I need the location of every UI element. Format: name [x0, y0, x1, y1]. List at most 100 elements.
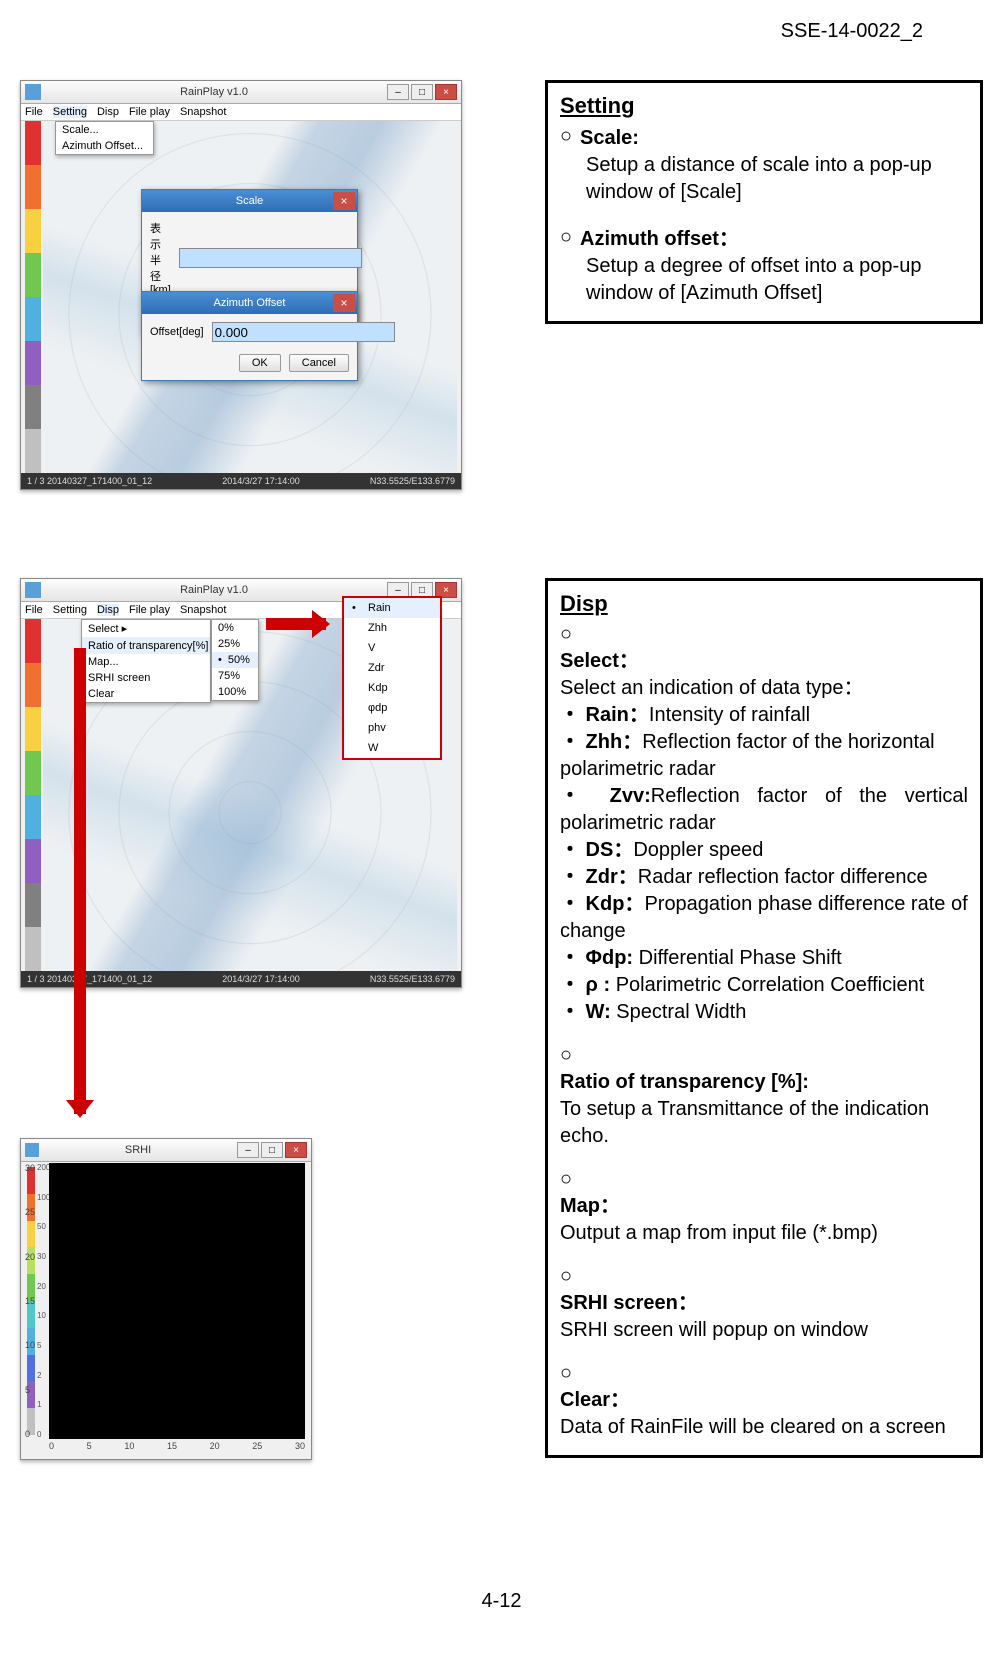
- list-item: ・ Rain：Intensity of rainfall: [560, 702, 968, 729]
- dialog-title: Scale: [236, 195, 264, 207]
- arrow-to-srhi-window: [74, 648, 86, 1114]
- minimize-button[interactable]: –: [387, 84, 409, 100]
- status-right: N33.5525/E133.6779: [370, 974, 455, 984]
- menu-file[interactable]: File: [25, 604, 43, 616]
- menu-disp[interactable]: Disp: [97, 106, 119, 118]
- field-label: Offset[deg]: [150, 326, 204, 338]
- ratio-text: To setup a Transmittance of the indicati…: [560, 1096, 968, 1150]
- disp-dropdown: Select ▸Ratio of transparency[%] ▸Map...…: [81, 619, 211, 703]
- status-right: N33.5525/E133.6779: [370, 476, 455, 486]
- figure-setting-window: RainPlay v1.0 – □ × File Setting Disp File …: [20, 80, 460, 488]
- scale-text: Setup a distance of scale into a pop-up …: [560, 152, 968, 206]
- status-left: 1 / 3 20140327_171400_01_12: [27, 974, 152, 984]
- close-button[interactable]: ×: [285, 1142, 307, 1158]
- menu-item[interactable]: V: [344, 638, 440, 658]
- menu-snapshot[interactable]: Snapshot: [180, 604, 226, 616]
- menu-disp[interactable]: Disp: [97, 604, 119, 616]
- select-text: Select an indication of data type：: [560, 675, 968, 702]
- menu-item[interactable]: Zhh: [344, 618, 440, 638]
- titlebar: RainPlay v1.0 – □ ×: [21, 81, 461, 104]
- box-title: Disp: [560, 589, 968, 619]
- app-icon: [25, 84, 41, 100]
- close-button[interactable]: ×: [435, 84, 457, 100]
- azimuth-text: Setup a degree of offset into a pop-up w…: [560, 253, 968, 307]
- azimuth-dialog: Azimuth Offset × Offset[deg] OK Cancel: [141, 291, 358, 381]
- doc-id: SSE-14-0022_2: [781, 20, 923, 43]
- menu-item[interactable]: Clear: [82, 686, 210, 702]
- map-text: Output a map from input file (*.bmp): [560, 1220, 968, 1247]
- srhi-label: SRHI screen：: [560, 1292, 698, 1314]
- menu-item[interactable]: 50%: [212, 652, 258, 668]
- page-number: 4-12: [0, 1590, 1003, 1613]
- menu-item[interactable]: Ratio of transparency[%] ▸: [82, 637, 210, 654]
- map-label: Map：: [560, 1195, 620, 1217]
- status-mid: 2014/3/27 17:14:00: [222, 974, 300, 984]
- figure-srhi-window: SRHI – □ × 200100503020105210 0510152025…: [20, 1138, 310, 1458]
- close-icon[interactable]: ×: [333, 192, 355, 210]
- figure-disp-window: RainPlay v1.0 – □ × FileSettingDispFile …: [20, 578, 460, 986]
- menu-item[interactable]: phv: [344, 718, 440, 738]
- status-mid: 2014/3/27 17:14:00: [222, 476, 300, 486]
- list-item: ・ ρ : Polarimetric Correlation Coefficie…: [560, 972, 968, 999]
- dialog-title: Azimuth Offset: [214, 297, 286, 309]
- menu-item[interactable]: 100%: [212, 684, 258, 700]
- clear-label: Clear：: [560, 1389, 630, 1411]
- list-item: ・ Zdr：Radar reflection factor difference: [560, 864, 968, 891]
- menu-item[interactable]: Zdr: [344, 658, 440, 678]
- menu-setting[interactable]: Setting: [53, 106, 87, 118]
- menu-item[interactable]: SRHI screen: [82, 670, 210, 686]
- list-item: ・ Φdp: Differential Phase Shift: [560, 945, 968, 972]
- box-title: Setting: [560, 91, 968, 121]
- menu-item[interactable]: Scale...: [56, 122, 153, 138]
- azimuth-label: Azimuth offset：: [580, 228, 739, 250]
- clear-text: Data of RainFile will be cleared on a sc…: [560, 1414, 968, 1441]
- menu-file-play[interactable]: File play: [129, 604, 170, 616]
- setting-dropdown: Scale...Azimuth Offset...: [55, 121, 154, 155]
- scale-label: Scale:: [580, 127, 639, 149]
- list-item: ・ Zvv:Reflection factor of the vertical …: [560, 783, 968, 837]
- titlebar: SRHI – □ ×: [21, 1139, 311, 1162]
- list-item: ・ Kdp：Propagation phase difference rate …: [560, 891, 968, 945]
- maximize-button[interactable]: □: [411, 84, 433, 100]
- select-submenu: RainZhhVZdrKdpφdpphvW: [342, 596, 442, 760]
- close-icon[interactable]: ×: [333, 294, 355, 312]
- list-item: ・ Zhh：Reflection factor of the horizonta…: [560, 729, 968, 783]
- setting-description: Setting ○Scale: Setup a distance of scal…: [545, 80, 983, 324]
- offset-input[interactable]: [212, 322, 395, 342]
- app-icon: [25, 1143, 39, 1157]
- menu-item[interactable]: Map...: [82, 654, 210, 670]
- field-label: 表示半径[km]: [150, 220, 171, 296]
- menu-item[interactable]: Azimuth Offset...: [56, 138, 153, 154]
- menu-item[interactable]: 75%: [212, 668, 258, 684]
- cancel-button[interactable]: Cancel: [289, 354, 349, 372]
- list-item: ・ DS：Doppler speed: [560, 837, 968, 864]
- window-title: RainPlay v1.0: [41, 584, 387, 596]
- list-item: ・ W: Spectral Width: [560, 999, 968, 1026]
- minimize-button[interactable]: –: [237, 1142, 259, 1158]
- menu-snapshot[interactable]: Snapshot: [180, 106, 226, 118]
- menu-setting[interactable]: Setting: [53, 604, 87, 616]
- menu-item[interactable]: Rain: [344, 598, 440, 618]
- ratio-label: Ratio of transparency [%]:: [560, 1071, 809, 1093]
- ok-button[interactable]: OK: [239, 354, 281, 372]
- menu-file-play[interactable]: File play: [129, 106, 170, 118]
- status-bar: 1 / 3 20140327_171400_01_12 2014/3/27 17…: [21, 473, 461, 489]
- menu-item[interactable]: 0%: [212, 620, 258, 636]
- menu-item[interactable]: Select ▸: [82, 620, 210, 637]
- window-title: RainPlay v1.0: [41, 86, 387, 98]
- srhi-text: SRHI screen will popup on window: [560, 1317, 968, 1344]
- disp-description: Disp ○Select： Select an indication of da…: [545, 578, 983, 1458]
- status-left: 1 / 3 20140327_171400_01_12: [27, 476, 152, 486]
- menu-item[interactable]: φdp: [344, 698, 440, 718]
- maximize-button[interactable]: □: [261, 1142, 283, 1158]
- menu-item[interactable]: 25%: [212, 636, 258, 652]
- transparency-submenu: 0%25%50%75%100%: [211, 619, 259, 701]
- arrow-to-select-menu: [266, 618, 326, 630]
- menu-file[interactable]: File: [25, 106, 43, 118]
- menu-item[interactable]: W: [344, 738, 440, 758]
- srhi-chart: [49, 1163, 305, 1439]
- select-label: Select：: [560, 650, 639, 672]
- menu-item[interactable]: Kdp: [344, 678, 440, 698]
- status-bar: 1 / 3 20140327_171400_01_12 2014/3/27 17…: [21, 971, 461, 987]
- scale-input[interactable]: [179, 248, 362, 268]
